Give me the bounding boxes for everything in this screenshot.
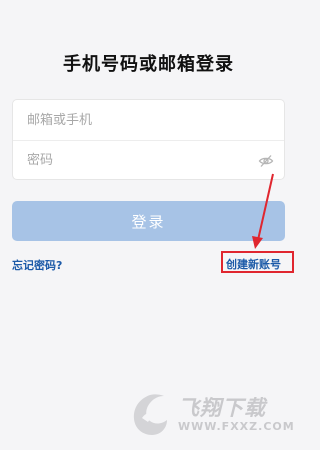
watermark-logo-icon [133,394,167,435]
forgot-password-link[interactable]: 忘记密码? [12,257,62,273]
watermark: 飞翔下载 WWW.FXXZ.COM [128,392,294,440]
password-input[interactable] [13,141,284,180]
page-title: 手机号码或邮箱登录 [63,54,234,75]
email-field [13,100,284,140]
email-input[interactable] [13,100,284,140]
watermark-url: WWW.FXXZ.COM [178,420,295,433]
eye-off-icon[interactable] [258,153,274,169]
create-account-link[interactable]: 创建新账号 [226,256,281,272]
watermark-brand-cn: 飞翔下载 [178,396,266,420]
login-form [12,99,285,180]
login-button[interactable]: 登录 [12,201,285,241]
password-field [13,140,284,180]
